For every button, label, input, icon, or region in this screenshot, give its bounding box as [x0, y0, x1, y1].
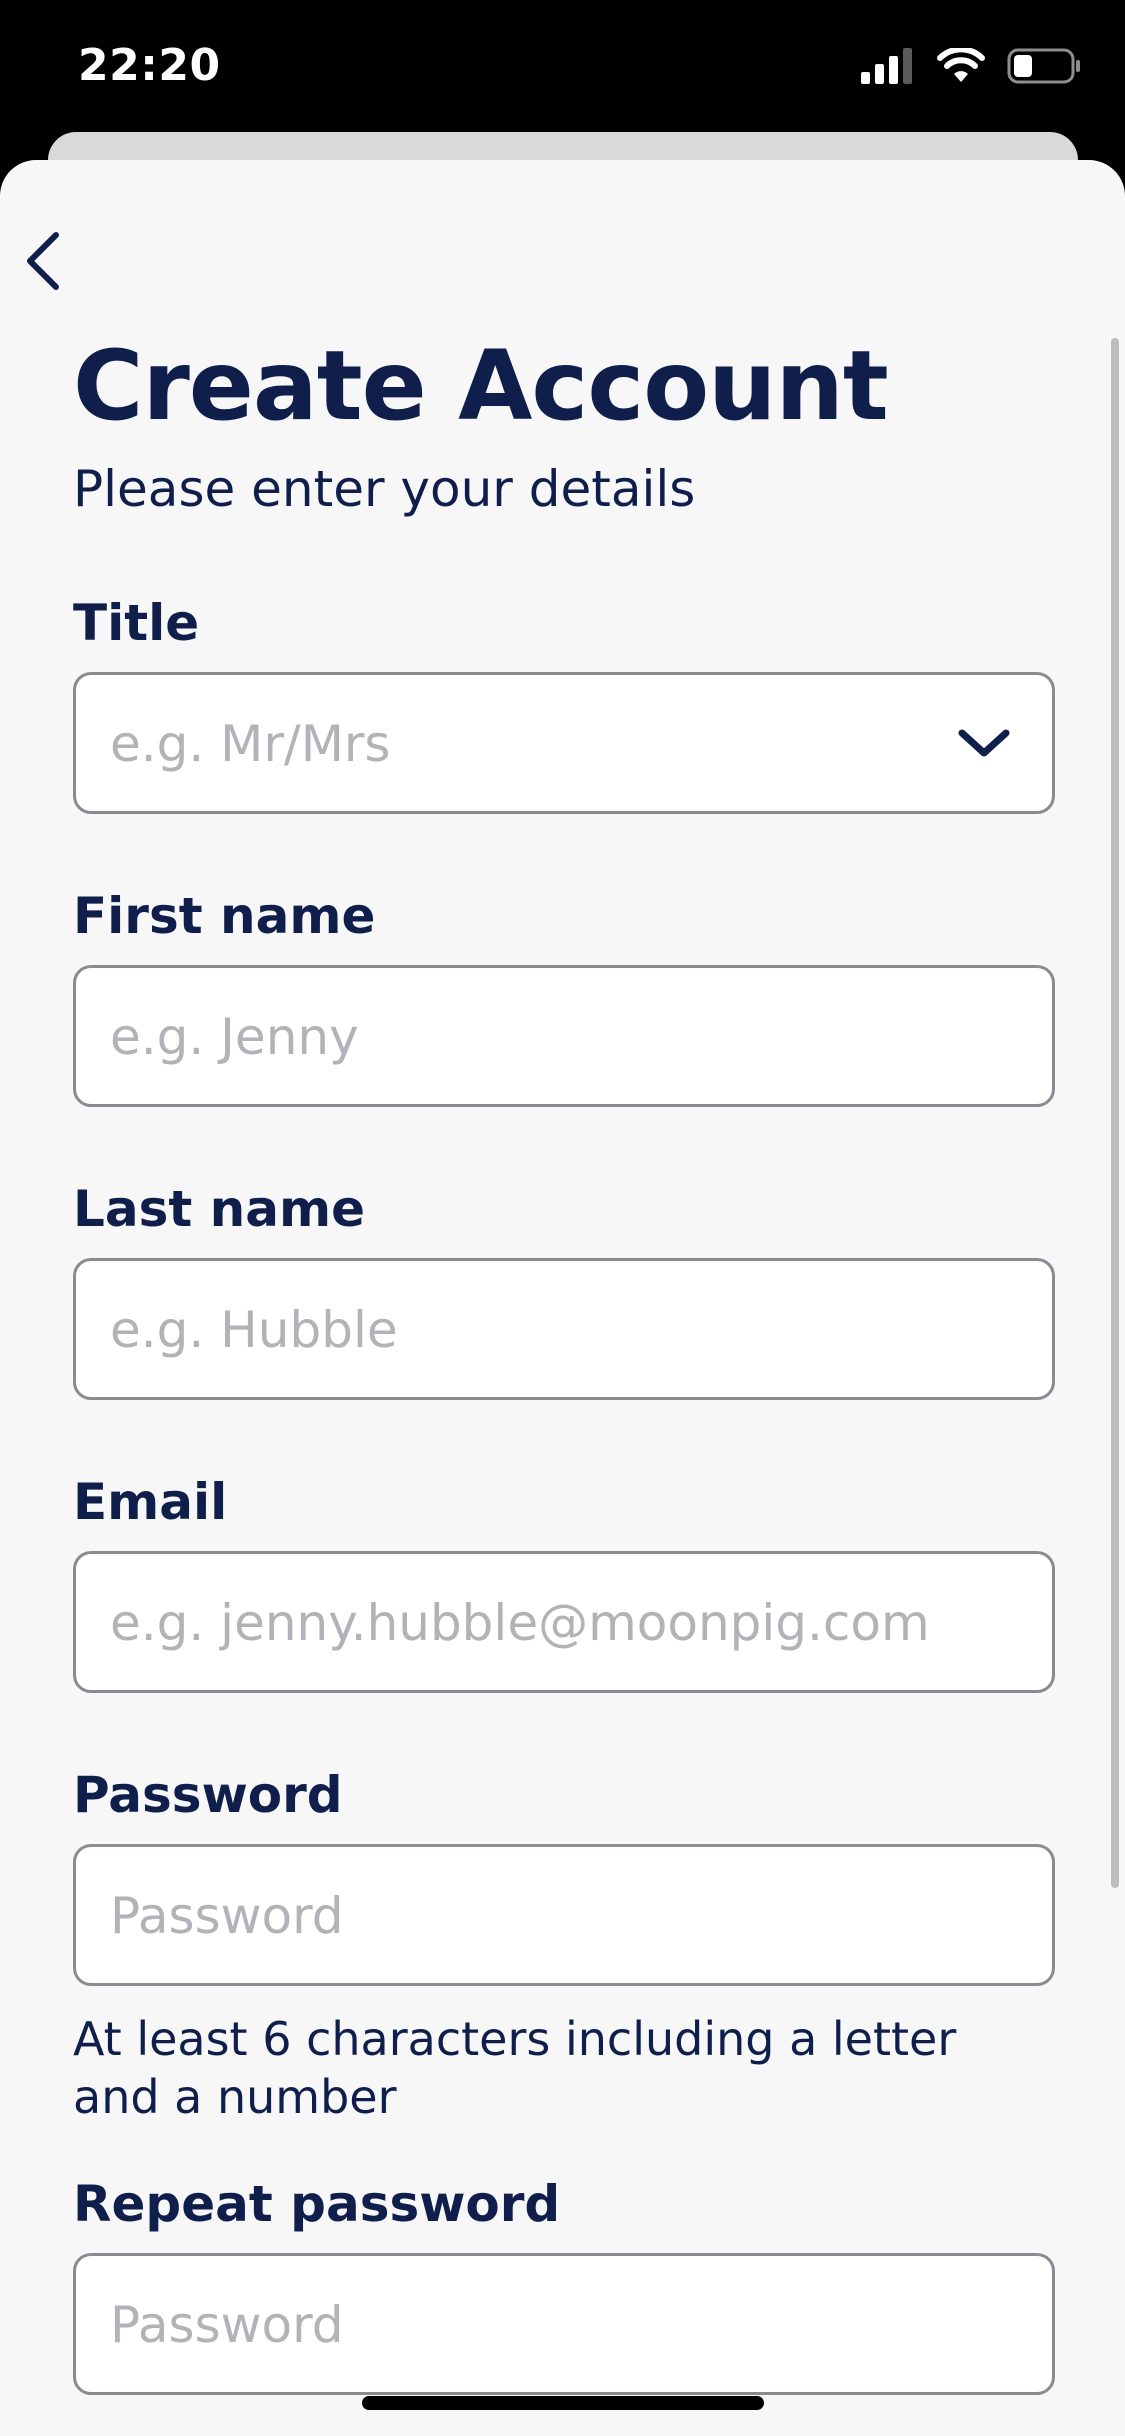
wifi-icon: [937, 48, 985, 82]
back-button[interactable]: [22, 216, 82, 306]
signal-icon: [861, 48, 912, 84]
chevron-down-icon[interactable]: [956, 725, 1012, 761]
repeat-password-label: Repeat password: [73, 2175, 561, 2233]
home-indicator[interactable]: [362, 2396, 764, 2410]
status-icons: [861, 48, 1081, 84]
password-label: Password: [73, 1766, 343, 1824]
repeat-password-input[interactable]: [108, 2256, 972, 2394]
repeat-password-field[interactable]: [73, 2253, 1055, 2395]
last-name-label: Last name: [73, 1180, 366, 1238]
title-label: Title: [73, 594, 200, 652]
status-time: 22:20: [78, 40, 221, 91]
chevron-left-icon: [27, 232, 59, 290]
scrollbar[interactable]: [1111, 338, 1119, 1888]
first-name-field[interactable]: [73, 965, 1055, 1107]
email-input[interactable]: [108, 1554, 972, 1692]
create-account-sheet: Create Account Please enter your details…: [0, 160, 1125, 2436]
password-helper-text: At least 6 characters including a letter…: [73, 2012, 957, 2124]
title-input[interactable]: [108, 675, 972, 813]
page-title: Create Account: [73, 330, 889, 442]
email-field[interactable]: [73, 1551, 1055, 1693]
last-name-field[interactable]: [73, 1258, 1055, 1400]
first-name-input[interactable]: [108, 968, 972, 1106]
page-subtitle: Please enter your details: [73, 460, 696, 518]
battery-icon: [1007, 48, 1080, 84]
password-input[interactable]: [108, 1847, 972, 1985]
first-name-label: First name: [73, 887, 376, 945]
password-field[interactable]: [73, 1844, 1055, 1986]
last-name-input[interactable]: [108, 1261, 972, 1399]
status-bar: 22:20: [0, 0, 1125, 140]
email-label: Email: [73, 1473, 228, 1531]
title-select[interactable]: [73, 672, 1055, 814]
